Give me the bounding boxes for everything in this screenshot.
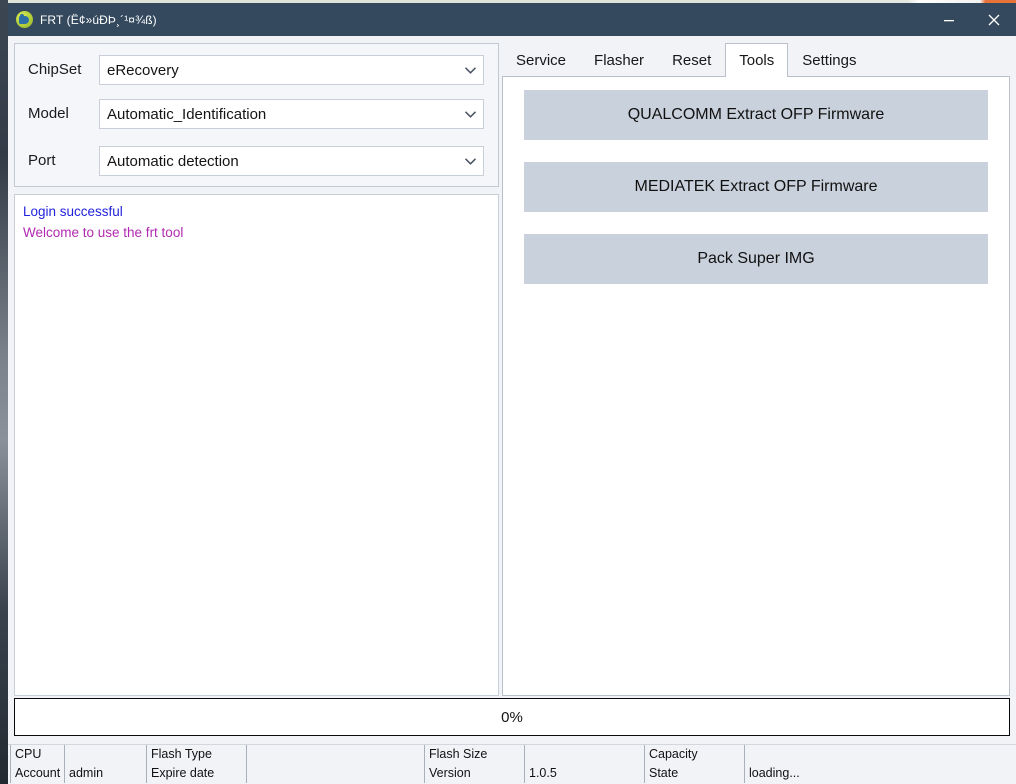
app-logo-icon [16,11,33,28]
port-label: Port [28,146,56,176]
chevron-down-icon [457,157,483,166]
status-row-top: CPU Flash Type Flash Size Capacity [8,745,1016,764]
status-top-cell-0: CPU [10,745,64,764]
model-label: Model [28,99,69,129]
status-top-cell-5 [524,745,644,764]
form-row-model: Model Automatic_Identification [15,99,498,129]
port-select-value: Automatic detection [100,153,457,170]
chipset-select-value: eRecovery [100,62,457,79]
right-column: Service Flasher Reset Tools Settings QUA… [502,43,1010,696]
title-bar[interactable]: FRT (Ë¢»úÐÞ¸´¹¤¾ß) [8,3,1016,36]
qualcomm-extract-ofp-firmware-button[interactable]: QUALCOMM Extract OFP Firmware [524,90,988,140]
close-icon [988,14,1000,26]
form-row-chipset: ChipSet eRecovery [15,55,498,85]
status-bottom-cell-6: State [644,764,744,783]
frt-application-window: FRT (Ë¢»úÐÞ¸´¹¤¾ß) ChipSet eRecov [8,3,1016,784]
status-bottom-cell-5: 1.0.5 [524,764,644,783]
tools-tab-pane: QUALCOMM Extract OFP Firmware MEDIATEK E… [502,76,1010,696]
status-bar: CPU Flash Type Flash Size Capacity Accounta… [8,744,1016,784]
window-controls [926,3,1016,36]
close-button[interactable] [971,3,1016,36]
status-bottom-cell-7: loading... [744,764,1016,783]
status-top-cell-3 [246,745,424,764]
tab-strip: Service Flasher Reset Tools Settings [502,43,1010,76]
model-select-value: Automatic_Identification [100,106,457,123]
log-line: Welcome to use the frt tool [23,222,490,243]
status-row-bottom: AccountadminExpire date Version1.0.5State… [8,764,1016,783]
chipset-label: ChipSet [28,55,81,85]
progress-bar: 0% [14,698,1010,736]
minimize-icon [943,14,955,26]
left-column: ChipSet eRecovery Model Automatic_Identi… [14,43,499,696]
log-line: Login successful [23,201,490,222]
form-row-port: Port Automatic detection [15,146,498,176]
log-output-panel[interactable]: Login successful Welcome to use the frt … [14,194,499,696]
status-bottom-cell-0: Account [10,764,64,783]
status-top-cell-6: Capacity [644,745,744,764]
model-select[interactable]: Automatic_Identification [99,99,484,129]
minimize-button[interactable] [926,3,971,36]
chevron-down-icon [457,110,483,119]
status-top-cell-4: Flash Size [424,745,524,764]
desktop-left-sliver [0,0,8,784]
tab-flasher[interactable]: Flasher [580,44,658,76]
mediatek-extract-ofp-firmware-button[interactable]: MEDIATEK Extract OFP Firmware [524,162,988,212]
device-selection-group: ChipSet eRecovery Model Automatic_Identi… [14,43,499,187]
status-top-cell-1 [64,745,146,764]
chipset-select[interactable]: eRecovery [99,55,484,85]
tab-service[interactable]: Service [502,44,580,76]
tab-tools[interactable]: Tools [725,43,788,77]
window-body: ChipSet eRecovery Model Automatic_Identi… [8,36,1016,784]
status-bottom-cell-4: Version [424,764,524,783]
status-bottom-cell-2: Expire date [146,764,246,783]
status-top-cell-7 [744,745,1016,764]
status-bottom-cell-1: admin [64,764,146,783]
chevron-down-icon [457,66,483,75]
progress-bar-label: 0% [501,709,523,726]
window-title: FRT (Ë¢»úÐÞ¸´¹¤¾ß) [40,13,157,27]
status-top-cell-2: Flash Type [146,745,246,764]
port-select[interactable]: Automatic detection [99,146,484,176]
pack-super-img-button[interactable]: Pack Super IMG [524,234,988,284]
tab-reset[interactable]: Reset [658,44,725,76]
tab-settings[interactable]: Settings [788,44,870,76]
status-bottom-cell-3 [246,764,424,783]
